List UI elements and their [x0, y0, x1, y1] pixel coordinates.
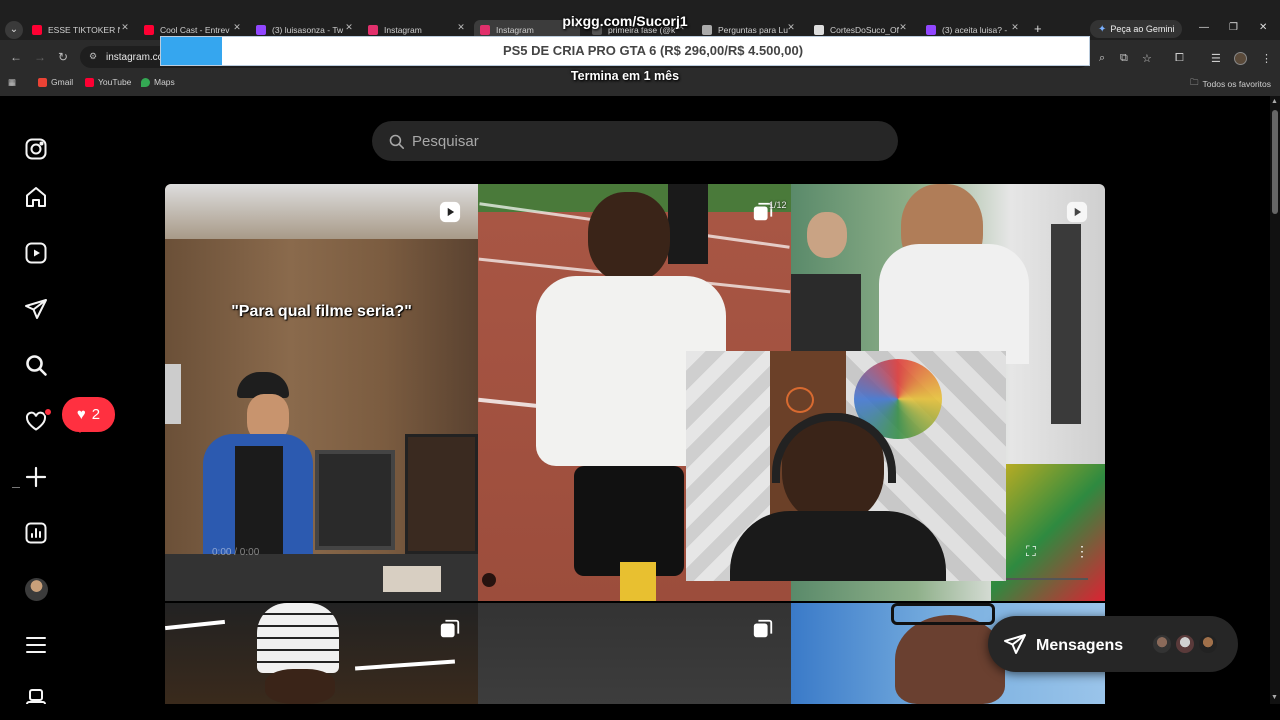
- donation-goal-banner: PS5 DE CRIA PRO GTA 6 (R$ 296,00/R$ 4.50…: [160, 36, 1090, 66]
- post-image-jersey-number: [604, 394, 660, 464]
- grid-post[interactable]: [478, 603, 791, 704]
- post-image-shorts: [574, 466, 684, 576]
- post-image-flag: [991, 464, 1105, 601]
- post-image-glasses: [891, 603, 995, 625]
- reel-badge-icon: [1066, 201, 1088, 223]
- donation-link: pixgg.com/Sucorj1: [562, 13, 688, 29]
- divider: [12, 487, 20, 488]
- home-icon[interactable]: [22, 183, 50, 211]
- post-caption: "Para qual filme seria?": [231, 303, 412, 320]
- screen: ⌄ ESSE TIKTOKER N/ ✕ Cool Cast - Entrev …: [0, 0, 1280, 720]
- close-window-icon[interactable]: ✕: [1259, 22, 1267, 33]
- search-icon: [389, 134, 405, 150]
- back-icon[interactable]: ←: [10, 50, 22, 64]
- post-image-jersey: [879, 244, 1029, 364]
- grid-post[interactable]: [165, 184, 478, 601]
- notification-count: 2: [91, 406, 101, 423]
- search-input[interactable]: Pesquisar: [412, 133, 479, 150]
- messages-send-icon: [1004, 634, 1026, 654]
- browser-menu-icon[interactable]: ⋮: [1261, 52, 1272, 65]
- notification-bubble[interactable]: ♥ 2: [62, 397, 115, 433]
- instagram-logo-icon[interactable]: [22, 135, 50, 163]
- carousel-badge-icon: [752, 618, 774, 640]
- carousel-counter: 1/12: [769, 200, 787, 210]
- post-image-sign: [383, 566, 441, 592]
- post-image-face: [895, 615, 1005, 704]
- menu-icon[interactable]: [22, 631, 50, 659]
- post-image-wall: [165, 364, 181, 424]
- tagged-user-icon[interactable]: [482, 573, 496, 587]
- post-image-face-2: [807, 212, 847, 258]
- scroll-up-icon[interactable]: ▲: [1271, 98, 1278, 105]
- post-image-screen: [405, 434, 478, 554]
- scroll-thumb[interactable]: [1272, 110, 1278, 214]
- extensions-icon[interactable]: ⧠: [1175, 52, 1184, 65]
- install-app-icon[interactable]: ⧉: [1120, 52, 1128, 65]
- post-image-socks: [620, 562, 656, 601]
- zoom-icon[interactable]: ⌕: [1099, 52, 1105, 65]
- forward-icon[interactable]: →: [34, 50, 46, 64]
- media-control-icon[interactable]: ☰: [1211, 52, 1221, 65]
- carousel-badge-icon: [439, 618, 461, 640]
- webcam-overlay: [686, 351, 1006, 581]
- search-icon[interactable]: [22, 351, 50, 379]
- post-image-background-player: [668, 184, 708, 264]
- bookmark-star-icon[interactable]: ☆: [1142, 52, 1152, 65]
- reel-badge-icon: [439, 201, 461, 223]
- post-image-face: [588, 192, 670, 282]
- donation-goal-deadline: Termina em 1 mês: [570, 69, 680, 83]
- post-image-light: [354, 659, 456, 671]
- webcam-shirt: [730, 511, 946, 581]
- grid-post[interactable]: [165, 603, 478, 704]
- direct-icon[interactable]: [22, 295, 50, 323]
- site-info-icon[interactable]: ⚙: [89, 51, 97, 62]
- post-image-barber: [791, 274, 861, 354]
- post-image-gym-machine: [1051, 224, 1081, 424]
- notification-dot: [44, 408, 52, 416]
- profile-avatar[interactable]: [1234, 52, 1247, 65]
- message-avatar: [1174, 633, 1196, 655]
- message-avatar: [1151, 633, 1173, 655]
- webcam-basketball-hoop: [786, 387, 814, 413]
- video-progress-bar[interactable]: [1006, 578, 1088, 580]
- message-avatar: [1197, 633, 1219, 655]
- reels-icon[interactable]: [22, 239, 50, 267]
- post-image-beanie: [257, 603, 339, 673]
- messages-label: Mensagens: [1036, 637, 1124, 654]
- post-image-face: [265, 669, 335, 704]
- donation-goal-text: PS5 DE CRIA PRO GTA 6 (R$ 296,00/R$ 4.50…: [502, 43, 804, 58]
- threads-icon[interactable]: [22, 688, 50, 704]
- profile-avatar[interactable]: [25, 578, 48, 601]
- reload-icon[interactable]: ↻: [58, 50, 68, 64]
- video-time-overlay: 0:00 / 0:00: [212, 547, 260, 558]
- bottom-strip: [0, 704, 1280, 720]
- post-image-light: [165, 619, 226, 631]
- heart-filled-icon: ♥: [76, 406, 86, 423]
- create-icon[interactable]: [22, 463, 50, 491]
- more-options-icon[interactable]: ⋮: [1075, 543, 1089, 560]
- post-image-ceiling: [165, 184, 478, 239]
- dashboard-icon[interactable]: [22, 519, 50, 547]
- donation-goal-progress: [161, 37, 223, 65]
- scroll-down-icon[interactable]: ▼: [1271, 694, 1278, 701]
- fullscreen-icon[interactable]: ⛶: [1026, 543, 1036, 560]
- post-image-monitor: [315, 450, 395, 550]
